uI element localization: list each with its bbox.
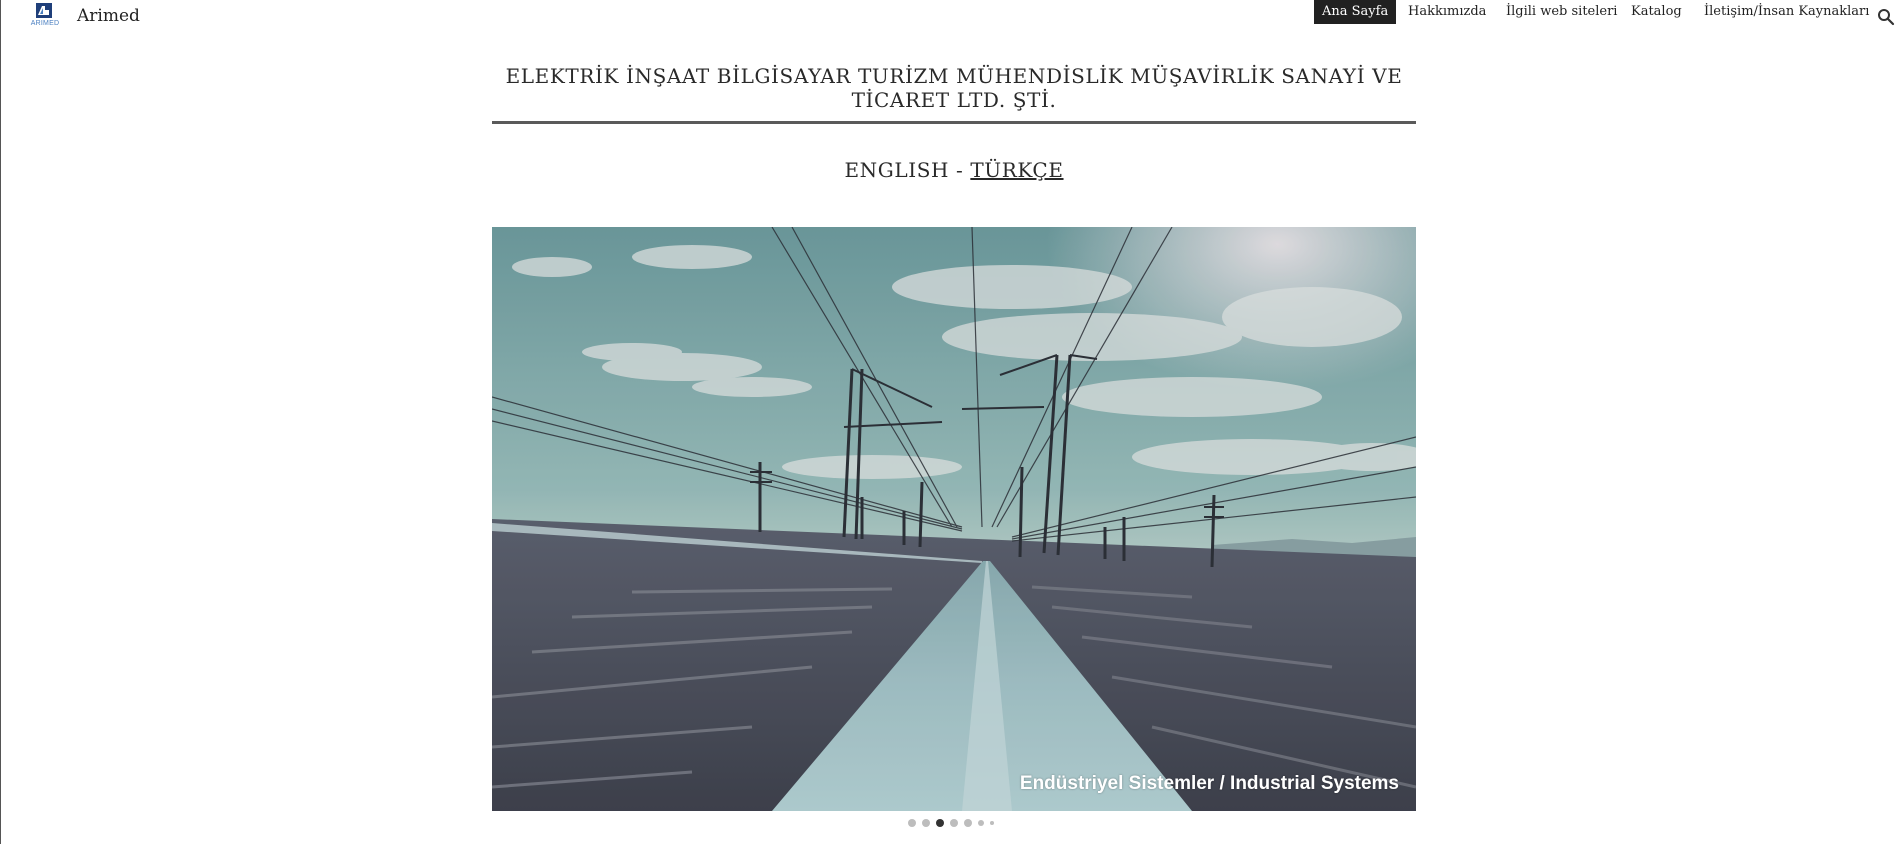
carousel-dot-1[interactable] [908,819,916,827]
site-title[interactable]: Arimed [77,6,140,26]
lang-separator: - [949,158,971,182]
nav-item-iletisim[interactable]: İletişim/İnsan Kaynakları [1704,0,1869,24]
logo-mark-icon [36,3,52,18]
nav-item-ana-sayfa[interactable]: Ana Sayfa [1314,0,1397,24]
railway-photo [492,227,1416,811]
nav-item-ilgili-web-siteleri[interactable]: İlgili web siteleri [1506,0,1617,24]
carousel-dot-5[interactable] [964,819,972,827]
carousel-dot-4[interactable] [950,819,958,827]
carousel-dot-2[interactable] [922,819,930,827]
carousel-dot-7[interactable] [990,821,994,825]
site-logo[interactable]: ARIMED [27,3,61,29]
header-bar: ARIMED Arimed Ana Sayfa Hakkımızda İlgil… [1,0,1902,34]
image-carousel[interactable]: Endüstriyel Sistemler / Industrial Syste… [492,227,1416,811]
nav-item-hakkimizda[interactable]: Hakkımızda [1408,0,1486,24]
language-switcher: ENGLISH - TÜRKÇE [492,158,1416,182]
nav-item-katalog[interactable]: Katalog [1631,0,1682,24]
logo-text: ARIMED [30,20,60,27]
carousel-caption: Endüstriyel Sistemler / Industrial Syste… [1019,773,1399,794]
divider [492,121,1416,124]
search-icon[interactable] [1877,8,1895,26]
page: ARIMED Arimed Ana Sayfa Hakkımızda İlgil… [0,0,1902,844]
company-name: ELEKTRİK İNŞAAT BİLGİSAYAR TURİZM MÜHEND… [505,64,1403,112]
carousel-dot-3[interactable] [936,819,944,827]
lang-english[interactable]: ENGLISH [844,158,949,182]
lang-turkce-link[interactable]: TÜRKÇE [970,158,1063,182]
carousel-dot-6[interactable] [978,820,984,826]
